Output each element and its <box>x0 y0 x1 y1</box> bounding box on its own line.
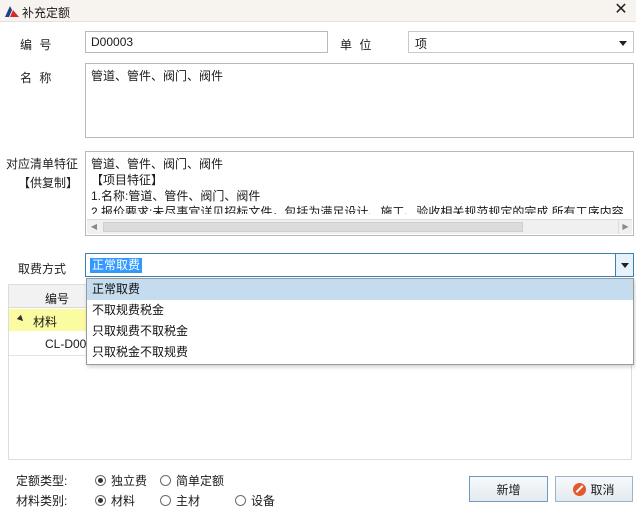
grid-header-code: 编号 <box>45 292 70 306</box>
close-icon[interactable]: ✕ <box>612 2 630 20</box>
chevron-down-icon <box>619 41 627 46</box>
fee-method-value: 正常取费 <box>90 258 143 273</box>
radio-unchecked-icon <box>160 475 171 486</box>
radio-label: 独立费 <box>111 474 148 488</box>
cancel-button-label: 取消 <box>590 482 615 497</box>
feature-line: 1.名称:管道、管件、阀门、阀件 <box>91 189 261 203</box>
dropdown-option-no-fee-tax[interactable]: 不取规费税金 <box>87 300 633 321</box>
scrollbar-thumb[interactable] <box>103 222 523 232</box>
name-textarea[interactable]: 管道、管件、阀门、阀件 <box>85 63 634 138</box>
code-input[interactable]: D00003 <box>85 31 328 53</box>
dropdown-option-fee-only[interactable]: 只取规费不取税金 <box>87 321 633 342</box>
add-button-label: 新增 <box>496 482 521 497</box>
dropdown-option-normal[interactable]: 正常取费 <box>87 279 633 300</box>
window-title: 补充定额 <box>22 6 71 20</box>
fee-method-dropdown-button[interactable] <box>615 254 633 276</box>
grid-group-label: 材料 <box>33 315 58 329</box>
feature-label-copy-hint: 【供复制】 <box>18 176 79 190</box>
radio-label: 简单定额 <box>176 474 225 488</box>
dropdown-option-tax-only[interactable]: 只取税金不取规费 <box>87 342 633 363</box>
horizontal-scrollbar[interactable]: ◀ ▶ <box>87 219 632 234</box>
radio-label: 主材 <box>176 494 201 508</box>
radio-independent-fee[interactable]: 独立费 <box>95 472 147 489</box>
unit-select-value: 项 <box>415 37 428 51</box>
fee-method-dropdown-list: 正常取费 不取规费税金 只取规费不取税金 只取税金不取规费 <box>86 278 634 365</box>
title-bar: 补充定额 ✕ <box>0 0 636 22</box>
grid-item-code: CL-D00 <box>45 337 87 351</box>
radio-main-material[interactable]: 主材 <box>160 492 200 509</box>
cancel-button[interactable]: 取消 <box>555 476 633 502</box>
radio-unchecked-icon <box>160 495 171 506</box>
radio-label: 设备 <box>251 494 276 508</box>
expand-arrow-icon[interactable] <box>16 314 26 324</box>
scroll-left-icon[interactable]: ◀ <box>87 220 101 234</box>
feature-line: 【项目特征】 <box>91 173 164 187</box>
radio-unchecked-icon <box>235 495 246 506</box>
add-button[interactable]: 新增 <box>469 476 548 502</box>
unit-label: 单 位 <box>340 38 374 52</box>
feature-line: 管道、管件、阀门、阀件 <box>91 157 224 171</box>
cancel-icon <box>573 482 587 496</box>
app-logo-icon <box>5 6 19 17</box>
radio-simple-quota[interactable]: 简单定额 <box>160 472 224 489</box>
feature-line: 2.报价要求:未尽事宜详见招标文件，包括为满足设计、施工、验收相关规范规定的完成… <box>91 205 624 214</box>
chevron-down-icon <box>621 263 629 268</box>
feature-label: 对应清单特征 <box>6 157 79 171</box>
radio-checked-icon <box>95 475 106 486</box>
feature-textarea[interactable]: 管道、管件、阀门、阀件 【项目特征】 1.名称:管道、管件、阀门、阀件 2.报价… <box>85 151 634 236</box>
material-type-label: 材料类别: <box>16 494 68 508</box>
unit-select[interactable]: 项 <box>408 31 634 53</box>
name-textarea-value: 管道、管件、阀门、阀件 <box>91 69 224 83</box>
fee-method-combo[interactable]: 正常取费 <box>85 253 634 277</box>
quota-type-label: 定额类型: <box>16 474 68 488</box>
radio-checked-icon <box>95 495 106 506</box>
radio-material[interactable]: 材料 <box>95 492 135 509</box>
code-label: 编 号 <box>20 38 54 52</box>
fee-method-label: 取费方式 <box>18 262 67 276</box>
radio-equipment[interactable]: 设备 <box>235 492 275 509</box>
scroll-right-icon[interactable]: ▶ <box>618 220 632 234</box>
name-label: 名 称 <box>20 71 54 85</box>
radio-label: 材料 <box>111 494 136 508</box>
